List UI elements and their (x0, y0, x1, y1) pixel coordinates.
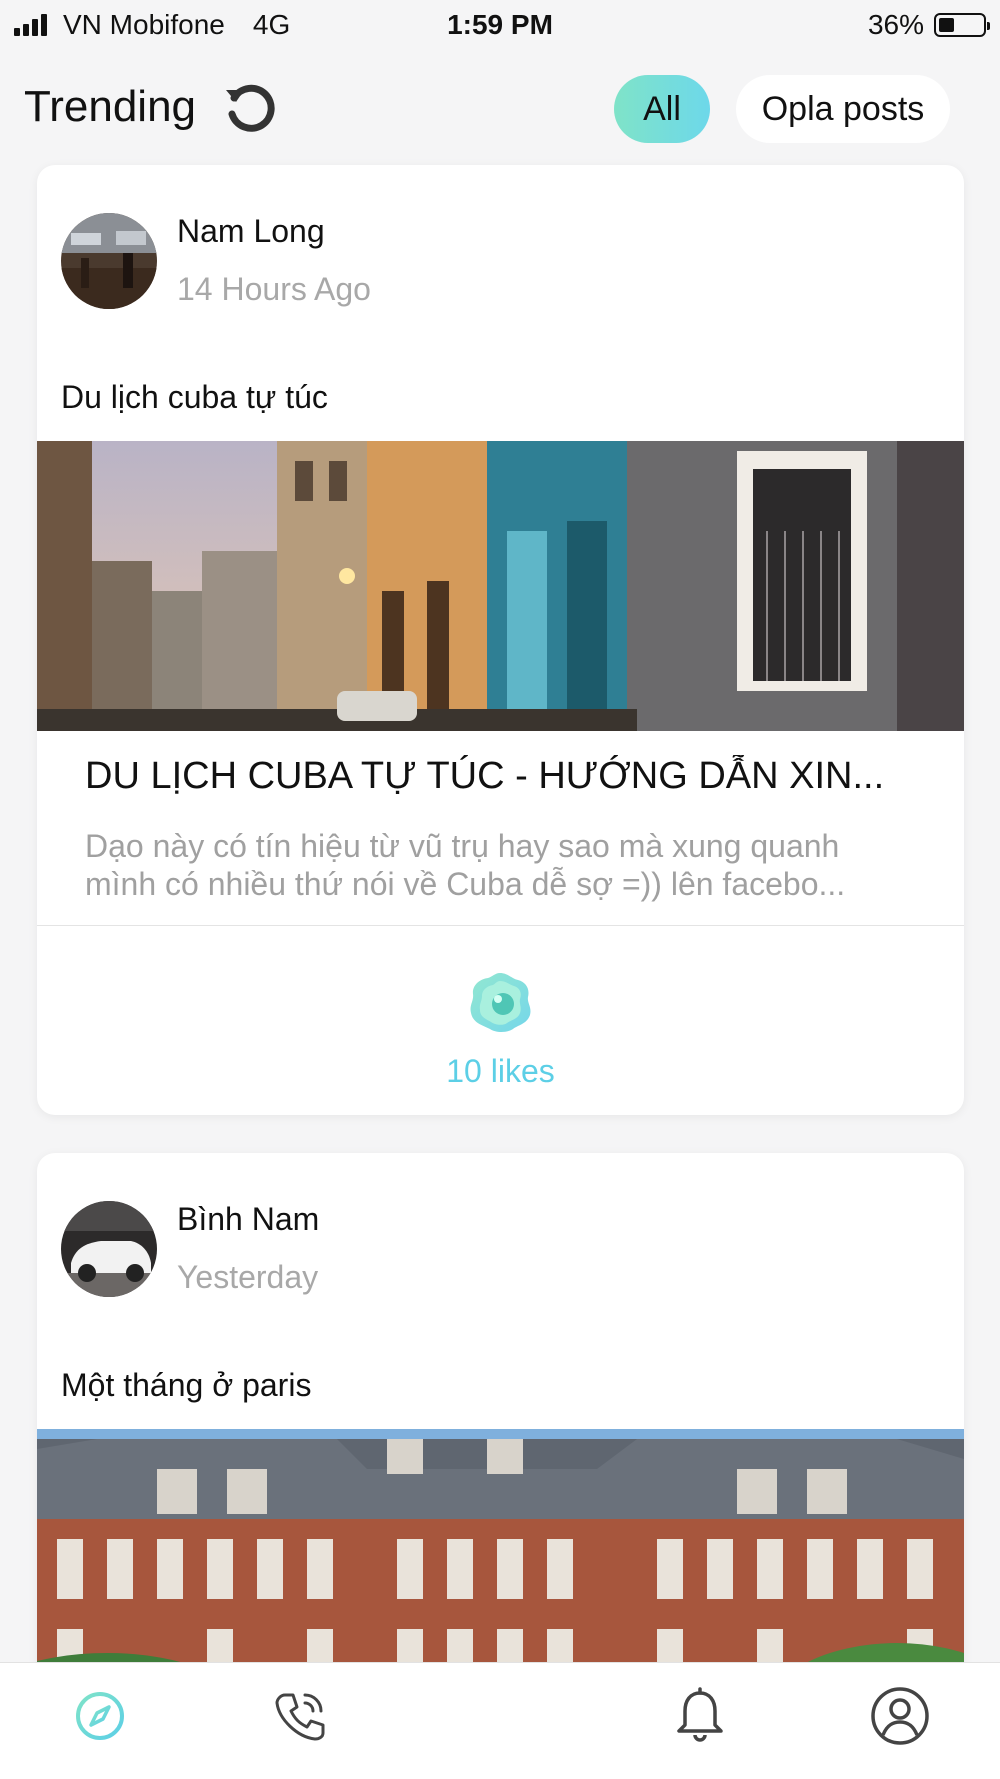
post-caption: Một tháng ở paris (61, 1367, 312, 1403)
page-title: Trending (24, 82, 197, 131)
post-card[interactable]: Nam Long 14 Hours Ago Du lịch cuba tự tú… (37, 165, 964, 1115)
filter-opla-posts-button[interactable]: Opla posts (736, 75, 950, 143)
add-icon[interactable] (465, 1681, 535, 1751)
status-time: 1:59 PM (447, 9, 553, 40)
header: Trending All Opla posts (0, 60, 1000, 156)
battery-icon (934, 13, 990, 37)
post-image[interactable] (37, 441, 964, 731)
profile-icon[interactable] (865, 1681, 935, 1751)
post-author[interactable]: Nam Long (177, 213, 325, 250)
refresh-icon[interactable] (220, 80, 280, 140)
like-icon[interactable] (460, 963, 540, 1043)
avatar[interactable] (61, 1201, 157, 1297)
explore-icon[interactable] (65, 1681, 135, 1751)
status-bar: VN Mobifone 4G 1:59 PM 36% (0, 0, 1000, 52)
phone-icon[interactable] (265, 1681, 335, 1751)
post-caption: Du lịch cuba tự túc (61, 379, 328, 415)
post-author[interactable]: Bình Nam (177, 1201, 319, 1238)
battery-percent: 36% (867, 9, 924, 40)
bottom-nav (0, 1662, 1000, 1779)
post-time: 14 Hours Ago (177, 271, 371, 307)
link-description: Dạo này có tín hiệu từ vũ trụ hay sao mà… (85, 828, 846, 902)
link-title[interactable]: DU LỊCH CUBA TỰ TÚC - HƯỚNG DẪN XIN... (85, 755, 915, 798)
divider (37, 925, 964, 926)
post-card[interactable]: Bình Nam Yesterday Một tháng ở paris (37, 1153, 964, 1713)
filter-all-button[interactable]: All (614, 75, 710, 143)
avatar[interactable] (61, 213, 157, 309)
post-time: Yesterday (177, 1259, 319, 1295)
likes-count[interactable]: 10 likes (37, 1053, 964, 1090)
bell-icon[interactable] (665, 1681, 735, 1751)
